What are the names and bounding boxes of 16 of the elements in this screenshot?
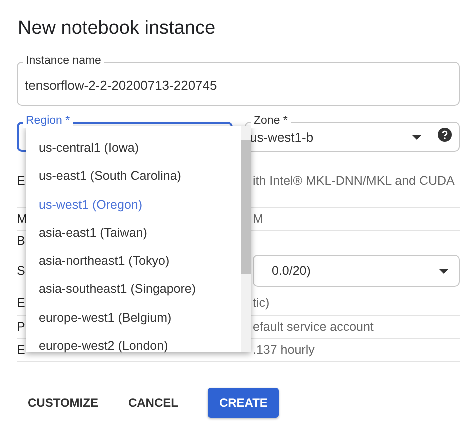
row-value: ith Intel® MKL-DNN/MKL and CUDA bbox=[253, 174, 455, 188]
row-value: tic) bbox=[253, 296, 270, 310]
field-value: us-west1-b bbox=[250, 130, 315, 144]
dialog-title: New notebook instance bbox=[17, 17, 217, 41]
row-label: E bbox=[17, 343, 26, 357]
row-label: S bbox=[17, 264, 26, 278]
row-label: E bbox=[17, 174, 26, 188]
row-label: B bbox=[17, 234, 26, 248]
row-label: P bbox=[17, 320, 26, 334]
field-value: 0.0/20) bbox=[272, 264, 311, 278]
row-value: M bbox=[253, 212, 264, 226]
row-value: efault service account bbox=[253, 320, 374, 334]
row-label: E bbox=[17, 296, 26, 310]
row-value: .137 hourly bbox=[253, 343, 315, 357]
field-label: Region * bbox=[23, 114, 74, 128]
field-value: tensorflow-2-2-20200713-220745 bbox=[25, 78, 218, 93]
